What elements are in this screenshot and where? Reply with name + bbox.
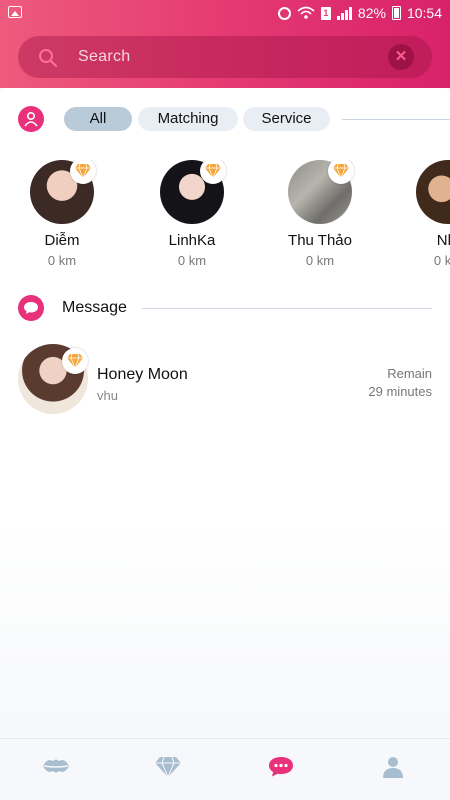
clear-search-button[interactable]: ✕ <box>388 44 414 70</box>
chat-icon <box>269 757 293 777</box>
time-left: 29 minutes <box>368 384 432 399</box>
filter-chip-matching[interactable]: Matching <box>138 107 238 131</box>
signal-icon <box>336 6 352 20</box>
nav-chat[interactable] <box>251 755 311 785</box>
search-input[interactable]: Search <box>78 48 131 66</box>
nav-profile[interactable] <box>363 755 423 785</box>
battery-percent: 82% <box>357 5 386 21</box>
alarm-icon <box>277 6 291 20</box>
profile-card[interactable]: Thu Thảo 0 km <box>270 160 370 270</box>
clock: 10:54 <box>406 5 442 21</box>
conversation-name: Honey Moon <box>97 366 188 383</box>
status-bar: 1 82% 10:54 <box>0 0 450 28</box>
kiss-icon <box>43 759 69 773</box>
profile-name: LinhKa <box>168 232 216 249</box>
wifi-icon <box>297 6 315 19</box>
user-icon <box>18 106 44 132</box>
section-title: Message <box>62 299 127 316</box>
divider <box>142 308 432 309</box>
search-bar[interactable]: Search ✕ <box>18 36 432 78</box>
profile-name: Thu Thảo <box>288 232 352 249</box>
nav-kiss[interactable] <box>26 755 86 785</box>
battery-icon <box>391 6 401 20</box>
profile-icon <box>383 757 403 778</box>
profile-distance: 0 km <box>47 253 77 268</box>
profile-distance: 0 km <box>177 253 207 268</box>
filter-chip-all[interactable]: All <box>64 107 132 131</box>
avatar <box>416 160 450 224</box>
bottom-nav <box>0 738 450 800</box>
diamond-icon <box>62 348 88 374</box>
diamond-icon <box>155 756 181 779</box>
conversation-item[interactable]: Honey Moon vhu Remain 29 minutes <box>0 344 450 420</box>
profile-card[interactable]: LinhKa 0 km <box>142 160 242 270</box>
profile-distance: 0 km <box>305 253 335 268</box>
gallery-icon <box>8 6 22 18</box>
chat-bubble-icon <box>18 295 44 321</box>
main-content: All Matching Service Diễm 0 km LinhKa 0 … <box>0 88 450 800</box>
profile-name: Diễm <box>44 232 80 249</box>
filter-chip-service[interactable]: Service <box>243 107 330 131</box>
nav-diamond[interactable] <box>138 755 198 785</box>
profile-distance: 0 km <box>433 253 450 268</box>
profile-name: Nhi <box>436 232 450 249</box>
remain-label: Remain <box>387 366 432 381</box>
filter-row: All Matching Service <box>0 106 450 134</box>
profile-card[interactable]: Nhi 0 km <box>398 160 450 270</box>
profile-card[interactable]: Diễm 0 km <box>12 160 112 270</box>
app-header: 1 82% 10:54 Search ✕ <box>0 0 450 88</box>
divider <box>342 119 450 120</box>
message-section-header: Message <box>0 294 450 322</box>
close-icon: ✕ <box>394 48 408 65</box>
profile-carousel[interactable]: Diễm 0 km LinhKa 0 km Thu Thảo 0 km Nhi … <box>0 160 450 270</box>
search-icon <box>39 49 58 68</box>
sim-icon: 1 <box>320 6 331 20</box>
conversation-preview: vhu <box>97 388 118 403</box>
